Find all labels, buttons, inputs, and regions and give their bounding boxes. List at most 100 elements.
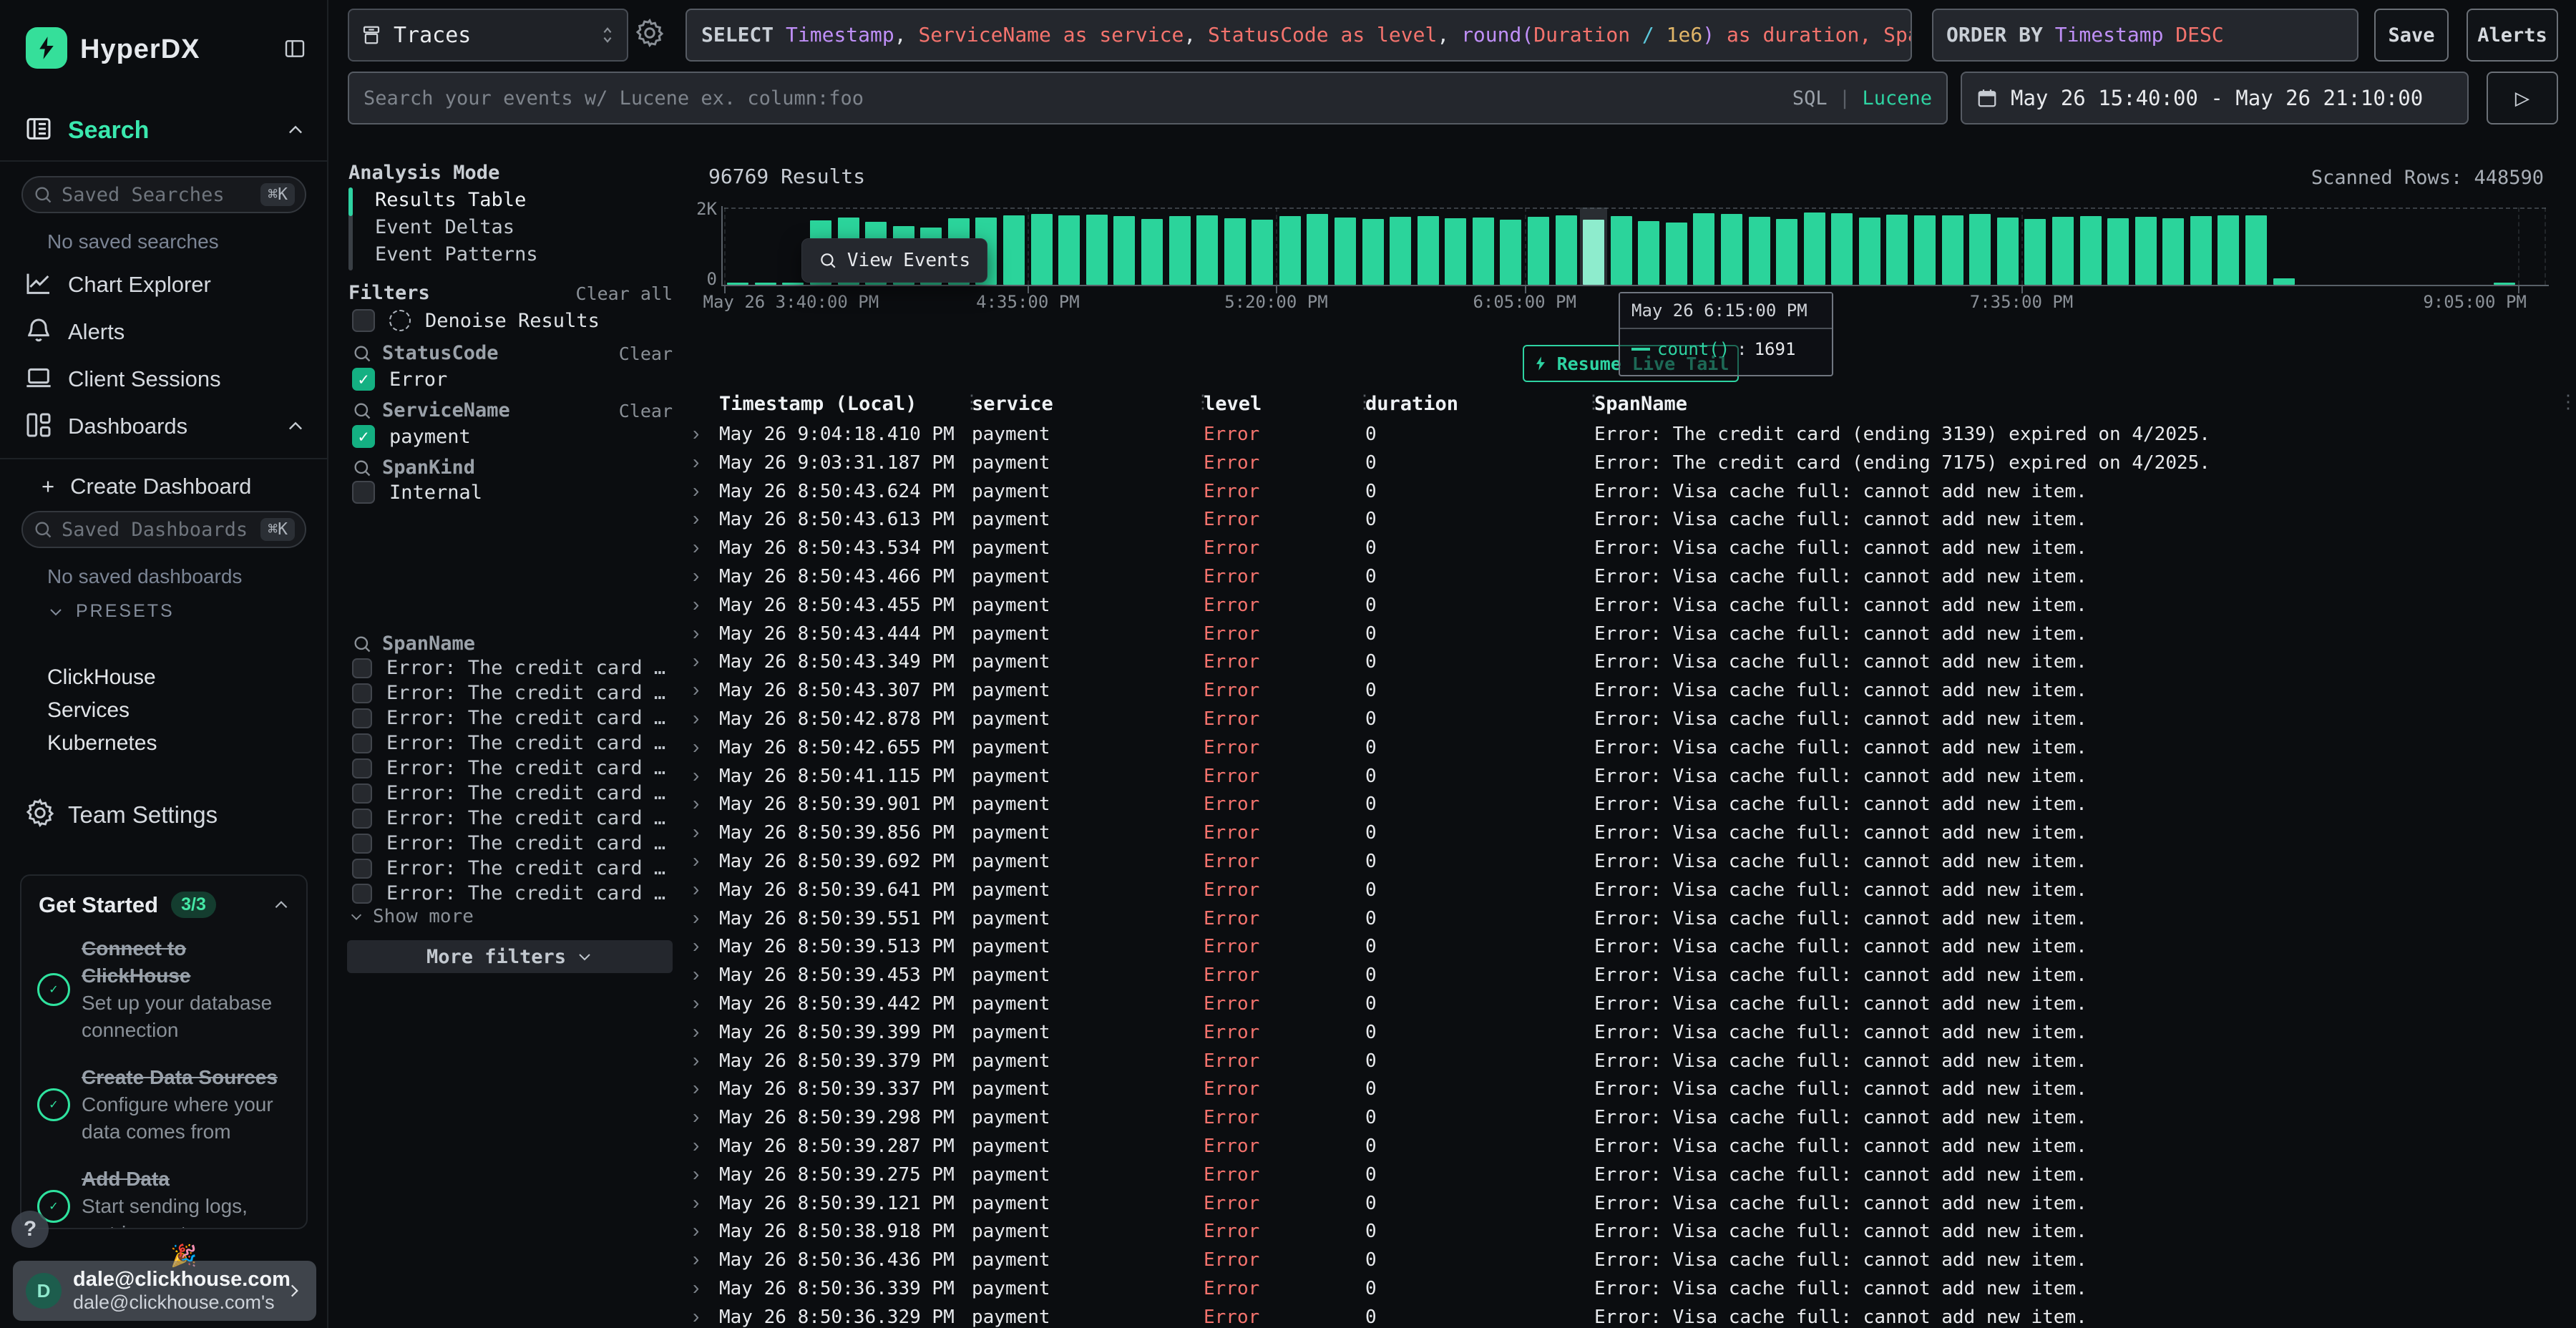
events-histogram[interactable] — [724, 208, 2546, 285]
histogram-bar[interactable] — [1031, 214, 1053, 285]
table-row[interactable]: ›May 26 8:50:43.466 PMpaymentError0Error… — [688, 563, 2576, 592]
histogram-bar[interactable] — [1335, 218, 1356, 285]
spanname-checkbox[interactable] — [352, 658, 372, 678]
table-row[interactable]: ›May 26 8:50:43.613 PMpaymentError0Error… — [688, 506, 2576, 534]
view-events-tooltip[interactable]: View Events — [801, 238, 987, 283]
col-timestamp[interactable]: Timestamp (Local) — [719, 393, 917, 415]
histogram-bar[interactable] — [1252, 220, 1273, 285]
table-row[interactable]: ›May 26 8:50:39.856 PMpaymentError0Error… — [688, 819, 2576, 848]
histogram-bar[interactable] — [1721, 214, 1742, 285]
table-row[interactable]: ›May 26 8:50:38.918 PMpaymentError0Error… — [688, 1218, 2576, 1246]
histogram-bar[interactable] — [1473, 218, 1494, 285]
filter-option-spanname[interactable]: Error: The credit card … — [352, 732, 673, 754]
denoise-checkbox[interactable] — [352, 309, 375, 332]
get-started-collapse-chevron-icon[interactable] — [272, 896, 291, 914]
histogram-bar[interactable] — [1611, 216, 1632, 285]
saved-dashboards-input[interactable] — [62, 519, 260, 541]
search-collapse-chevron-icon[interactable] — [286, 120, 306, 140]
filter-option-spanname[interactable]: Error: The credit card … — [352, 657, 673, 679]
table-row[interactable]: ›May 26 8:50:39.379 PMpaymentError0Error… — [688, 1048, 2576, 1076]
histogram-bar[interactable] — [1362, 219, 1384, 285]
search-icon[interactable] — [352, 343, 372, 363]
table-row[interactable]: ›May 26 8:50:43.455 PMpaymentError0Error… — [688, 592, 2576, 620]
spanname-checkbox[interactable] — [352, 683, 372, 703]
histogram-bar[interactable] — [1141, 219, 1163, 285]
histogram-bar[interactable] — [1058, 215, 1080, 285]
table-row[interactable]: ›May 26 8:50:39.692 PMpaymentError0Error… — [688, 848, 2576, 877]
histogram-bar[interactable] — [1997, 218, 2019, 285]
row-expand-chevron-icon[interactable]: › — [693, 849, 699, 872]
row-expand-chevron-icon[interactable]: › — [693, 507, 699, 530]
row-expand-chevron-icon[interactable]: › — [693, 479, 699, 502]
row-expand-chevron-icon[interactable]: › — [693, 650, 699, 673]
histogram-bar[interactable] — [1307, 214, 1328, 285]
search-icon[interactable] — [352, 634, 372, 654]
table-row[interactable]: ›May 26 8:50:36.329 PMpaymentError0Error… — [688, 1304, 2576, 1328]
event-search-input[interactable] — [364, 87, 1792, 109]
save-button[interactable]: Save — [2374, 9, 2449, 62]
spanname-checkbox[interactable] — [352, 708, 372, 728]
table-row[interactable]: ›May 26 8:50:39.275 PMpaymentError0Error… — [688, 1161, 2576, 1190]
sql-select-editor[interactable]: SELECT Timestamp, ServiceName as service… — [686, 9, 1912, 62]
table-row[interactable]: ›May 26 8:50:42.878 PMpaymentError0Error… — [688, 706, 2576, 734]
histogram-bar[interactable] — [1638, 221, 1659, 285]
statuscode-error-checkbox[interactable] — [352, 368, 375, 391]
col-spanname[interactable]: SpanName — [1594, 393, 1687, 415]
spanname-checkbox[interactable] — [352, 783, 372, 804]
filter-option-spanname[interactable]: Error: The credit card … — [352, 782, 673, 804]
table-row[interactable]: ›May 26 8:50:39.337 PMpaymentError0Error… — [688, 1075, 2576, 1104]
row-expand-chevron-icon[interactable]: › — [693, 565, 699, 587]
col-options-handle[interactable]: ⋮ — [2559, 391, 2576, 413]
source-settings-gear-icon[interactable] — [634, 17, 665, 49]
spanname-checkbox[interactable] — [352, 884, 372, 904]
row-expand-chevron-icon[interactable]: › — [693, 736, 699, 758]
run-query-button[interactable]: ▷ — [2487, 72, 2558, 125]
histogram-bar[interactable] — [2162, 218, 2184, 285]
clear-all-filters-link[interactable]: Clear all — [576, 283, 673, 304]
table-row[interactable]: ›May 26 8:50:43.624 PMpaymentError0Error… — [688, 478, 2576, 507]
help-button[interactable]: ? — [11, 1211, 49, 1248]
histogram-bar[interactable] — [1556, 215, 1577, 285]
row-expand-chevron-icon[interactable]: › — [693, 1077, 699, 1100]
table-row[interactable]: ›May 26 8:50:39.121 PMpaymentError0Error… — [688, 1190, 2576, 1219]
col-level[interactable]: level — [1204, 393, 1262, 415]
histogram-bar[interactable] — [1583, 220, 1604, 285]
histogram-bar[interactable] — [1113, 216, 1135, 285]
user-account-chip[interactable]: D dale@clickhouse.com dale@clickhouse.co… — [13, 1261, 316, 1321]
row-expand-chevron-icon[interactable]: › — [693, 1191, 699, 1214]
table-row[interactable]: ›May 26 8:50:39.287 PMpaymentError0Error… — [688, 1133, 2576, 1161]
create-dashboard-button[interactable]: +Create Dashboard — [42, 474, 251, 499]
preset-services[interactable]: Services — [47, 698, 130, 723]
row-expand-chevron-icon[interactable]: › — [693, 1276, 699, 1299]
table-row[interactable]: ›May 26 8:50:39.399 PMpaymentError0Error… — [688, 1019, 2576, 1048]
dashboards-collapse-chevron-icon[interactable] — [286, 416, 306, 436]
filter-option-spanname[interactable]: Error: The credit card … — [352, 832, 673, 854]
col-service[interactable]: service — [972, 393, 1053, 415]
saved-searches-input[interactable] — [62, 184, 260, 206]
row-expand-chevron-icon[interactable]: › — [693, 1105, 699, 1128]
get-started-step[interactable]: ✓Create Data SourcesConfigure where your… — [21, 1051, 306, 1153]
sidebar-item-chart-explorer[interactable]: Chart Explorer — [68, 272, 211, 298]
row-expand-chevron-icon[interactable]: › — [693, 963, 699, 986]
row-expand-chevron-icon[interactable]: › — [693, 992, 699, 1015]
filter-option-spanname[interactable]: Error: The credit card … — [352, 807, 673, 829]
query-language-toggle[interactable]: SQL | Lucene — [1792, 87, 1932, 109]
get-started-step[interactable]: ✓Connect to ClickHouseSet up your databa… — [21, 922, 306, 1051]
presets-toggle[interactable]: PRESETS — [47, 601, 175, 622]
filter-option-spanname[interactable]: Error: The credit card … — [352, 882, 673, 904]
table-row[interactable]: ›May 26 8:50:42.655 PMpaymentError0Error… — [688, 734, 2576, 763]
mode-event-deltas[interactable]: Event Deltas — [375, 216, 514, 238]
histogram-bar[interactable] — [1390, 217, 1411, 285]
table-row[interactable]: ›May 26 8:50:39.453 PMpaymentError0Error… — [688, 962, 2576, 990]
row-expand-chevron-icon[interactable]: › — [693, 907, 699, 929]
histogram-bar[interactable] — [1666, 223, 1687, 285]
denoise-results-row[interactable]: Denoise Results — [352, 309, 600, 332]
table-row[interactable]: ›May 26 8:50:39.901 PMpaymentError0Error… — [688, 791, 2576, 819]
col-duration[interactable]: duration — [1365, 393, 1458, 415]
filter-option-internal[interactable]: Internal — [352, 481, 482, 504]
table-row[interactable]: ›May 26 8:50:43.349 PMpaymentError0Error… — [688, 648, 2576, 677]
filter-option-error[interactable]: Error — [352, 368, 447, 391]
preset-clickhouse[interactable]: ClickHouse — [47, 665, 156, 690]
histogram-bar[interactable] — [2135, 217, 2157, 285]
filter-option-spanname[interactable]: Error: The credit card … — [352, 682, 673, 704]
